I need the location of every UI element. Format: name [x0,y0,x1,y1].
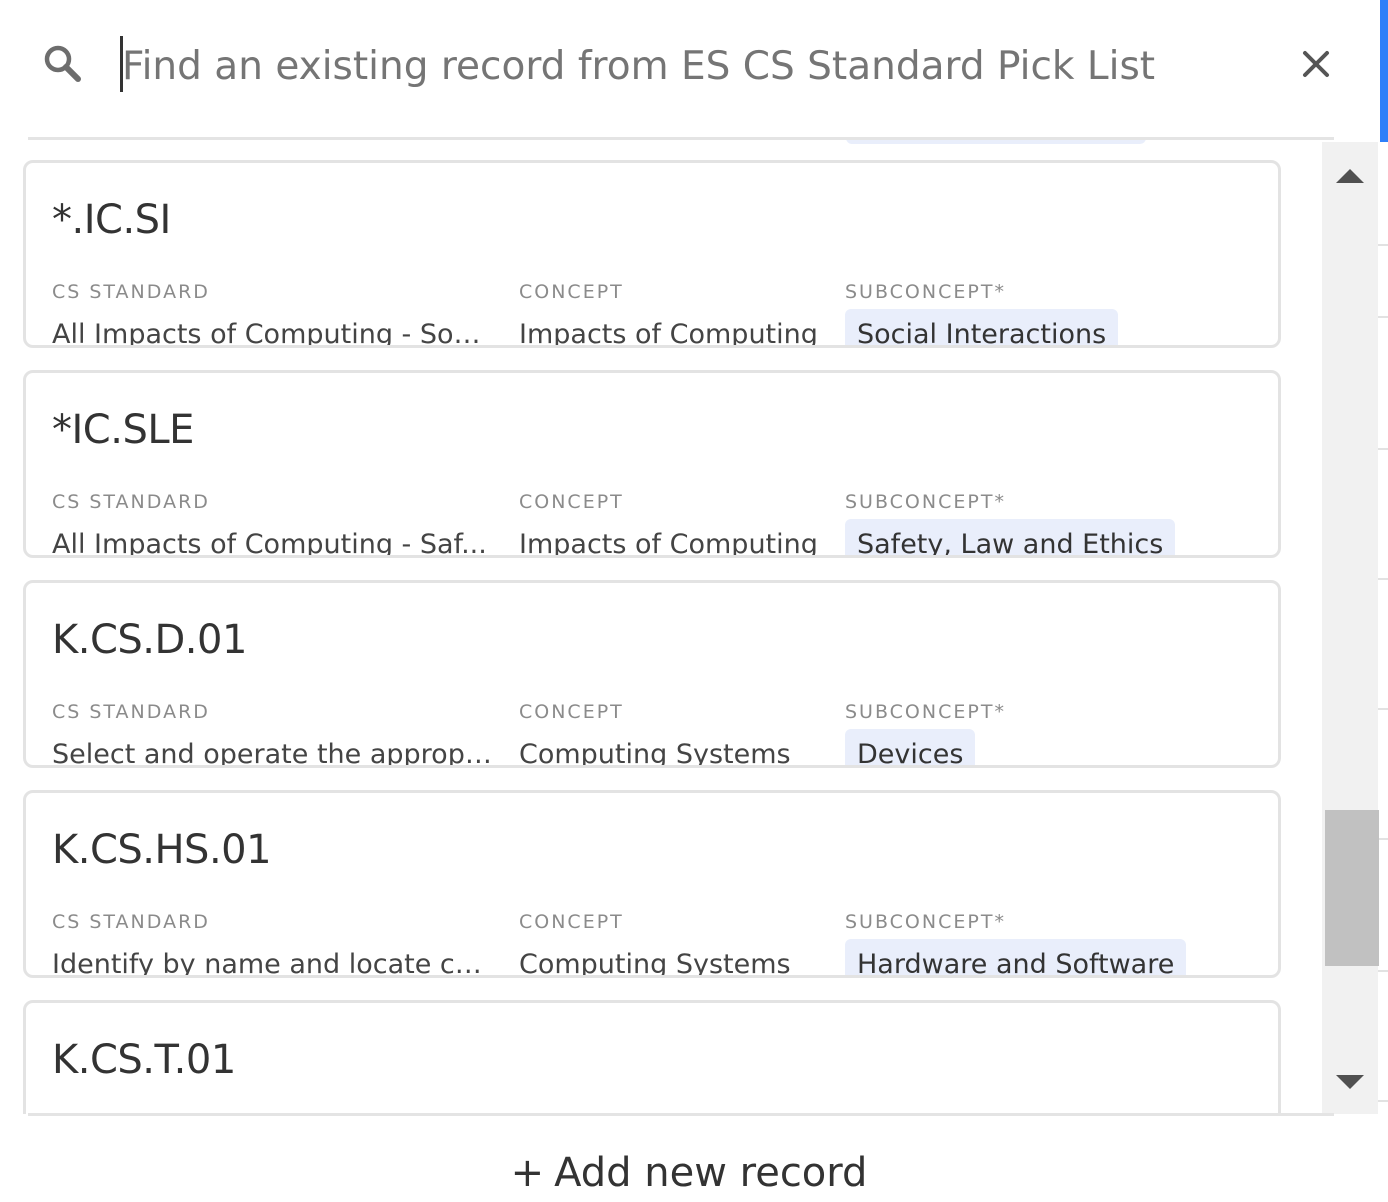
cs-standard-label: CS STANDARD [52,491,210,513]
subconcept-pill: Social Interactions [845,309,1119,345]
record-title: K.CS.T.01 [52,1037,236,1083]
plus-icon: + [510,1150,545,1196]
add-new-record-label: Add new record [554,1150,868,1196]
record-title: K.CS.D.01 [52,617,247,663]
search-icon [43,44,83,84]
concept-value: Computing Systems [519,739,791,768]
subconcept-pill: Hardware and Software [845,939,1187,975]
cs-standard-value: All Impacts of Computing - Saf... [52,529,487,558]
concept-value: Impacts of Computing [519,319,818,348]
background-row-divider [1378,1100,1388,1102]
add-new-record-button[interactable]: + Add new record [0,1150,1378,1196]
record-card[interactable]: K.CS.HS.01 CS STANDARD CONCEPT SUBCONCEP… [23,790,1281,978]
background-row-divider [1378,244,1388,246]
cs-standard-value: All Impacts of Computing - Soc... [52,319,494,348]
background-row-divider [1378,316,1388,318]
cs-standard-label: CS STANDARD [52,911,210,933]
subconcept-label: SUBCONCEPT* [845,911,1006,933]
search-bar [0,0,1378,138]
list-scrollbar[interactable] [1322,142,1379,1114]
record-title: *IC.SLE [52,407,194,453]
background-row-divider [1378,970,1388,972]
concept-label: CONCEPT [519,701,624,723]
triangle-down-icon[interactable] [1322,1062,1378,1102]
triangle-up-icon[interactable] [1322,156,1378,196]
text-caret [120,36,123,92]
record-picker-dialog: *.IC.SI CS STANDARD CONCEPT SUBCONCEPT* … [0,0,1388,1202]
concept-label: CONCEPT [519,491,624,513]
cs-standard-value: Select and operate the appropr... [52,739,494,768]
cs-standard-label: CS STANDARD [52,281,210,303]
cs-standard-value: Identify by name and locate co... [52,949,494,978]
previous-card-subconcept-pill [846,140,1146,144]
record-title: *.IC.SI [52,197,171,243]
subconcept-pill: Devices [845,729,976,765]
close-icon[interactable] [1296,44,1336,84]
record-card[interactable]: *.IC.SI CS STANDARD CONCEPT SUBCONCEPT* … [23,160,1281,348]
record-title: K.CS.HS.01 [52,827,272,873]
background-accent-bar [1380,0,1388,142]
background-row-divider [1378,578,1388,580]
concept-value: Impacts of Computing [519,529,818,558]
record-card[interactable]: *IC.SLE CS STANDARD CONCEPT SUBCONCEPT* … [23,370,1281,558]
subconcept-label: SUBCONCEPT* [845,281,1006,303]
concept-label: CONCEPT [519,281,624,303]
record-card[interactable]: K.CS.T.01 [23,1000,1281,1114]
record-card[interactable]: K.CS.D.01 CS STANDARD CONCEPT SUBCONCEPT… [23,580,1281,768]
concept-label: CONCEPT [519,911,624,933]
scrollbar-thumb[interactable] [1325,810,1379,966]
record-list[interactable]: *.IC.SI CS STANDARD CONCEPT SUBCONCEPT* … [0,140,1322,1114]
background-row-divider [1378,838,1388,840]
subconcept-label: SUBCONCEPT* [845,491,1006,513]
subconcept-label: SUBCONCEPT* [845,701,1006,723]
cs-standard-label: CS STANDARD [52,701,210,723]
background-row-divider [1378,448,1388,450]
footer-divider [28,1113,1334,1116]
background-page-strip [1378,0,1388,1202]
concept-value: Computing Systems [519,949,791,978]
subconcept-pill: Safety, Law and Ethics [845,519,1176,555]
background-row-divider [1378,708,1388,710]
search-input[interactable] [118,30,1248,102]
